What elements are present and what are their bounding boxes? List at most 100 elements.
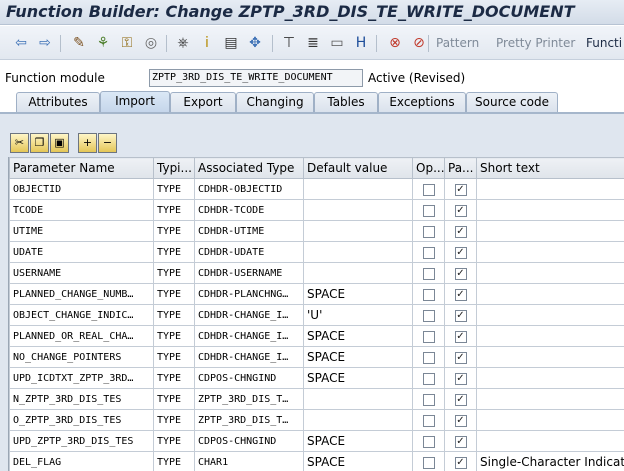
- typing-cell[interactable]: TYPE: [153, 388, 195, 410]
- default-value-cell[interactable]: SPACE: [303, 451, 413, 471]
- col-default-value-header[interactable]: Default value: [303, 157, 413, 179]
- default-value-cell[interactable]: SPACE: [303, 430, 413, 452]
- typing-cell[interactable]: TYPE: [153, 241, 195, 263]
- navigate-icon[interactable]: ✥: [246, 34, 264, 52]
- pass-value-checkbox[interactable]: ✓: [454, 225, 467, 238]
- table-row[interactable]: UPD_ZPTP_3RD_DIS_TES TYPE CDPOS-CHNGIND SPA…: [9, 430, 624, 452]
- parameter-name-cell[interactable]: TCODE: [9, 199, 154, 221]
- optional-checkbox[interactable]: [422, 309, 435, 322]
- pass-value-checkbox[interactable]: ✓: [454, 330, 467, 343]
- check-icon[interactable]: ◎: [142, 34, 160, 52]
- col-parameter-name-header[interactable]: Parameter Name: [9, 157, 154, 179]
- optional-checkbox[interactable]: [422, 435, 435, 448]
- associated-type-cell[interactable]: CHAR1: [194, 451, 304, 471]
- parameter-name-cell[interactable]: DEL_FLAG: [9, 451, 154, 471]
- set-breakpoint-icon[interactable]: ⊗: [386, 34, 404, 52]
- tab-import[interactable]: Import: [100, 91, 170, 113]
- optional-checkbox[interactable]: [422, 414, 435, 427]
- table-row[interactable]: UPD_ICDTXT_ZPTP_3RD… TYPE CDPOS-CHNGIND SPA…: [9, 367, 624, 389]
- typing-cell[interactable]: TYPE: [153, 220, 195, 242]
- short-text-cell[interactable]: [476, 346, 624, 368]
- pass-value-checkbox[interactable]: ✓: [454, 456, 467, 469]
- default-value-cell[interactable]: [303, 241, 413, 263]
- default-value-cell[interactable]: 'U': [303, 304, 413, 326]
- default-value-cell[interactable]: SPACE: [303, 283, 413, 305]
- short-text-cell[interactable]: [476, 367, 624, 389]
- short-text-cell[interactable]: [476, 178, 624, 200]
- cut-icon[interactable]: ✂: [10, 133, 29, 153]
- pass-value-checkbox[interactable]: ✓: [454, 414, 467, 427]
- tab-source-code[interactable]: Source code: [466, 92, 558, 113]
- table-row[interactable]: NO_CHANGE_POINTERS TYPE CDHDR-CHANGE_I… SPA…: [9, 346, 624, 368]
- default-value-cell[interactable]: SPACE: [303, 325, 413, 347]
- default-value-cell[interactable]: [303, 388, 413, 410]
- associated-type-cell[interactable]: CDHDR-UTIME: [194, 220, 304, 242]
- parameter-name-cell[interactable]: OBJECT_CHANGE_INDIC…: [9, 304, 154, 326]
- optional-checkbox[interactable]: [422, 183, 435, 196]
- short-text-cell[interactable]: [476, 220, 624, 242]
- typing-cell[interactable]: TYPE: [153, 178, 195, 200]
- col-optional-header[interactable]: Op...: [412, 157, 445, 179]
- parameter-name-cell[interactable]: PLANNED_CHANGE_NUMB…: [9, 283, 154, 305]
- pattern-button[interactable]: Pattern: [436, 36, 479, 50]
- pass-value-checkbox[interactable]: ✓: [454, 267, 467, 280]
- default-value-cell[interactable]: [303, 178, 413, 200]
- pass-value-checkbox[interactable]: ✓: [454, 435, 467, 448]
- tab-exceptions[interactable]: Exceptions: [378, 92, 466, 113]
- optional-checkbox[interactable]: [422, 456, 435, 469]
- forward-arrow-icon[interactable]: ⇨: [36, 34, 54, 52]
- tab-tables[interactable]: Tables: [314, 92, 378, 113]
- paste-icon[interactable]: ▣: [50, 133, 69, 153]
- associated-type-cell[interactable]: CDHDR-PLANCHNG…: [194, 283, 304, 305]
- parameter-name-cell[interactable]: UTIME: [9, 220, 154, 242]
- pass-value-checkbox[interactable]: ✓: [454, 372, 467, 385]
- window-icon[interactable]: ▭: [328, 34, 346, 52]
- delete-row-icon[interactable]: −: [98, 133, 117, 153]
- stack-icon[interactable]: ≣: [304, 34, 322, 52]
- default-value-cell[interactable]: [303, 409, 413, 431]
- info-icon[interactable]: ⅰ: [198, 34, 216, 52]
- insert-row-icon[interactable]: +: [78, 133, 97, 153]
- associated-type-cell[interactable]: CDHDR-CHANGE_I…: [194, 325, 304, 347]
- table-row[interactable]: PLANNED_OR_REAL_CHA… TYPE CDHDR-CHANGE_I… S…: [9, 325, 624, 347]
- associated-type-cell[interactable]: CDHDR-UDATE: [194, 241, 304, 263]
- table-row[interactable]: UTIME TYPE CDHDR-UTIME ✓: [9, 220, 624, 242]
- short-text-cell[interactable]: [476, 262, 624, 284]
- short-text-cell[interactable]: [476, 325, 624, 347]
- col-associated-type-header[interactable]: Associated Type: [194, 157, 304, 179]
- table-row[interactable]: PLANNED_CHANGE_NUMB… TYPE CDHDR-PLANCHNG… S…: [9, 283, 624, 305]
- table-row[interactable]: TCODE TYPE CDHDR-TCODE ✓: [9, 199, 624, 221]
- associated-type-cell[interactable]: CDHDR-TCODE: [194, 199, 304, 221]
- tab-changing[interactable]: Changing: [236, 92, 314, 113]
- typing-cell[interactable]: TYPE: [153, 325, 195, 347]
- typing-cell[interactable]: TYPE: [153, 262, 195, 284]
- typing-cell[interactable]: TYPE: [153, 346, 195, 368]
- hierarchy-icon[interactable]: ⊤: [280, 34, 298, 52]
- typing-cell[interactable]: TYPE: [153, 199, 195, 221]
- pass-value-checkbox[interactable]: ✓: [454, 351, 467, 364]
- col-typing-header[interactable]: Typi...: [153, 157, 195, 179]
- parameter-name-cell[interactable]: UPD_ZPTP_3RD_DIS_TES: [9, 430, 154, 452]
- col-pass-value-header[interactable]: Pa...: [444, 157, 477, 179]
- default-value-cell[interactable]: SPACE: [303, 346, 413, 368]
- parameter-name-cell[interactable]: OBJECTID: [9, 178, 154, 200]
- typing-cell[interactable]: TYPE: [153, 304, 195, 326]
- pretty-printer-button[interactable]: Pretty Printer: [496, 36, 575, 50]
- table-row[interactable]: UDATE TYPE CDHDR-UDATE ✓: [9, 241, 624, 263]
- short-text-cell[interactable]: Single-Character Indicator: [476, 451, 624, 471]
- typing-cell[interactable]: TYPE: [153, 451, 195, 471]
- pass-value-checkbox[interactable]: ✓: [454, 183, 467, 196]
- short-text-cell[interactable]: [476, 430, 624, 452]
- default-value-cell[interactable]: [303, 220, 413, 242]
- associated-type-cell[interactable]: ZPTP_3RD_DIS_T…: [194, 388, 304, 410]
- short-text-cell[interactable]: [476, 409, 624, 431]
- short-text-cell[interactable]: [476, 283, 624, 305]
- typing-cell[interactable]: TYPE: [153, 409, 195, 431]
- parameter-name-cell[interactable]: PLANNED_OR_REAL_CHA…: [9, 325, 154, 347]
- object-list-icon[interactable]: ▤: [222, 34, 240, 52]
- copy-icon[interactable]: ❐: [30, 133, 49, 153]
- tab-attributes[interactable]: Attributes: [16, 92, 100, 113]
- short-text-cell[interactable]: [476, 199, 624, 221]
- table-row[interactable]: USERNAME TYPE CDHDR-USERNAME ✓: [9, 262, 624, 284]
- associated-type-cell[interactable]: CDPOS-CHNGIND: [194, 430, 304, 452]
